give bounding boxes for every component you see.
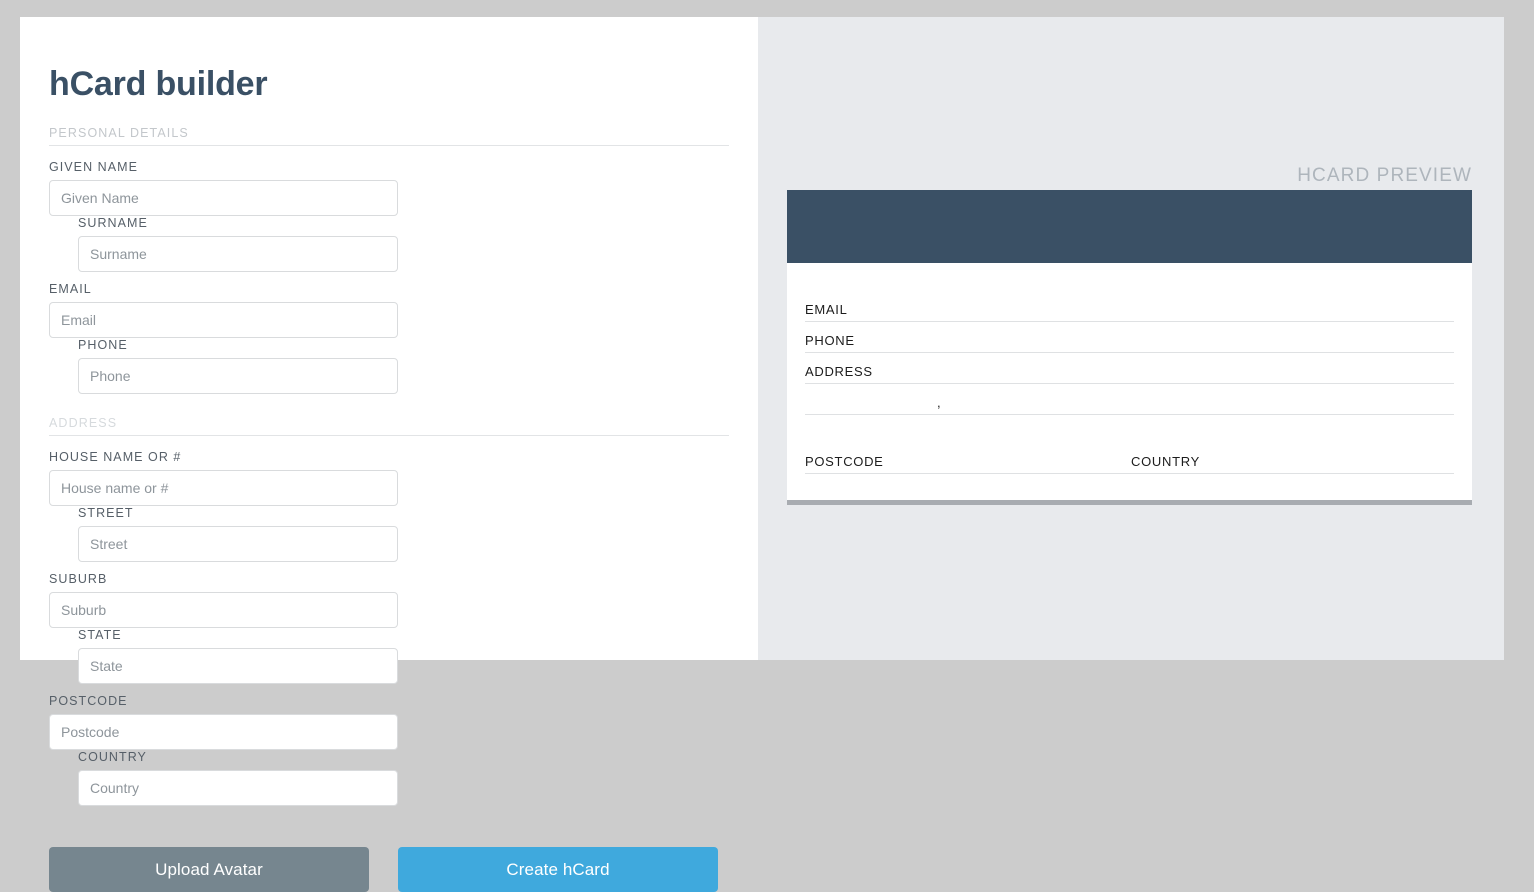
field-given-name: GIVEN NAME bbox=[49, 160, 398, 216]
label-country: COUNTRY bbox=[78, 750, 147, 764]
hcard-preview-panel: HCARD PREVIEW EMAIL PHONE ADDRESS , POST… bbox=[758, 17, 1504, 660]
field-street: STREET bbox=[49, 506, 398, 562]
field-country: COUNTRY bbox=[49, 750, 398, 806]
preview-label-phone: PHONE bbox=[805, 333, 855, 348]
field-postcode: POSTCODE bbox=[49, 694, 398, 750]
personal-details-fields: GIVEN NAME SURNAME EMAIL PHONE bbox=[49, 160, 729, 394]
form-actions: Upload Avatar Create hCard bbox=[49, 847, 729, 892]
label-street: STREET bbox=[78, 506, 134, 520]
preview-row-address: ADDRESS bbox=[805, 353, 1454, 384]
field-phone: PHONE bbox=[49, 338, 398, 394]
label-given-name: GIVEN NAME bbox=[49, 160, 138, 174]
create-hcard-button[interactable]: Create hCard bbox=[398, 847, 718, 892]
hcard-preview-card: EMAIL PHONE ADDRESS , POSTCODE COUNTRY bbox=[787, 190, 1472, 505]
label-phone: PHONE bbox=[78, 338, 128, 352]
field-surname: SURNAME bbox=[49, 216, 398, 272]
postcode-input[interactable] bbox=[49, 714, 398, 750]
field-house-name: HOUSE NAME OR # bbox=[49, 450, 398, 506]
surname-input[interactable] bbox=[78, 236, 398, 272]
label-state: STATE bbox=[78, 628, 122, 642]
preview-value-suburb-state: , bbox=[937, 395, 942, 410]
hcard-preview-body: EMAIL PHONE ADDRESS , POSTCODE COUNTRY bbox=[787, 263, 1472, 500]
label-surname: SURNAME bbox=[78, 216, 148, 230]
label-house-name: HOUSE NAME OR # bbox=[49, 450, 182, 464]
label-email: EMAIL bbox=[49, 282, 92, 296]
preview-row-email: EMAIL bbox=[805, 291, 1454, 322]
email-input[interactable] bbox=[49, 302, 398, 338]
hcard-preview-header bbox=[787, 190, 1472, 263]
field-suburb: SUBURB bbox=[49, 572, 398, 628]
row-gap bbox=[49, 684, 729, 694]
preview-row-suburb-state: , bbox=[805, 384, 1454, 415]
state-input[interactable] bbox=[78, 648, 398, 684]
section-header-personal-details: PERSONAL DETAILS bbox=[49, 126, 729, 146]
preview-row-postcode-country: POSTCODE COUNTRY bbox=[805, 443, 1454, 474]
upload-avatar-button[interactable]: Upload Avatar bbox=[49, 847, 369, 892]
label-suburb: SUBURB bbox=[49, 572, 108, 586]
field-state: STATE bbox=[49, 628, 398, 684]
hcard-form-panel: hCard builder PERSONAL DETAILS GIVEN NAM… bbox=[20, 17, 758, 892]
preview-label-email: EMAIL bbox=[805, 302, 848, 317]
house-name-input[interactable] bbox=[49, 470, 398, 506]
given-name-input[interactable] bbox=[49, 180, 398, 216]
suburb-input[interactable] bbox=[49, 592, 398, 628]
preview-label-postcode: POSTCODE bbox=[805, 454, 884, 469]
row-gap bbox=[49, 562, 729, 572]
app-root: hCard builder PERSONAL DETAILS GIVEN NAM… bbox=[20, 17, 1504, 892]
preview-row-phone: PHONE bbox=[805, 322, 1454, 353]
page-title: hCard builder bbox=[49, 65, 268, 103]
preview-row-gap bbox=[805, 415, 1454, 443]
country-input[interactable] bbox=[78, 770, 398, 806]
row-gap bbox=[49, 272, 729, 282]
section-header-address: ADDRESS bbox=[49, 416, 729, 436]
preview-label-address: ADDRESS bbox=[805, 364, 873, 379]
phone-input[interactable] bbox=[78, 358, 398, 394]
preview-label-country: COUNTRY bbox=[1131, 454, 1200, 469]
address-fields: HOUSE NAME OR # STREET SUBURB STATE POST… bbox=[49, 450, 729, 806]
field-email: EMAIL bbox=[49, 282, 398, 338]
street-input[interactable] bbox=[78, 526, 398, 562]
preview-caption: HCARD PREVIEW bbox=[1297, 165, 1472, 186]
